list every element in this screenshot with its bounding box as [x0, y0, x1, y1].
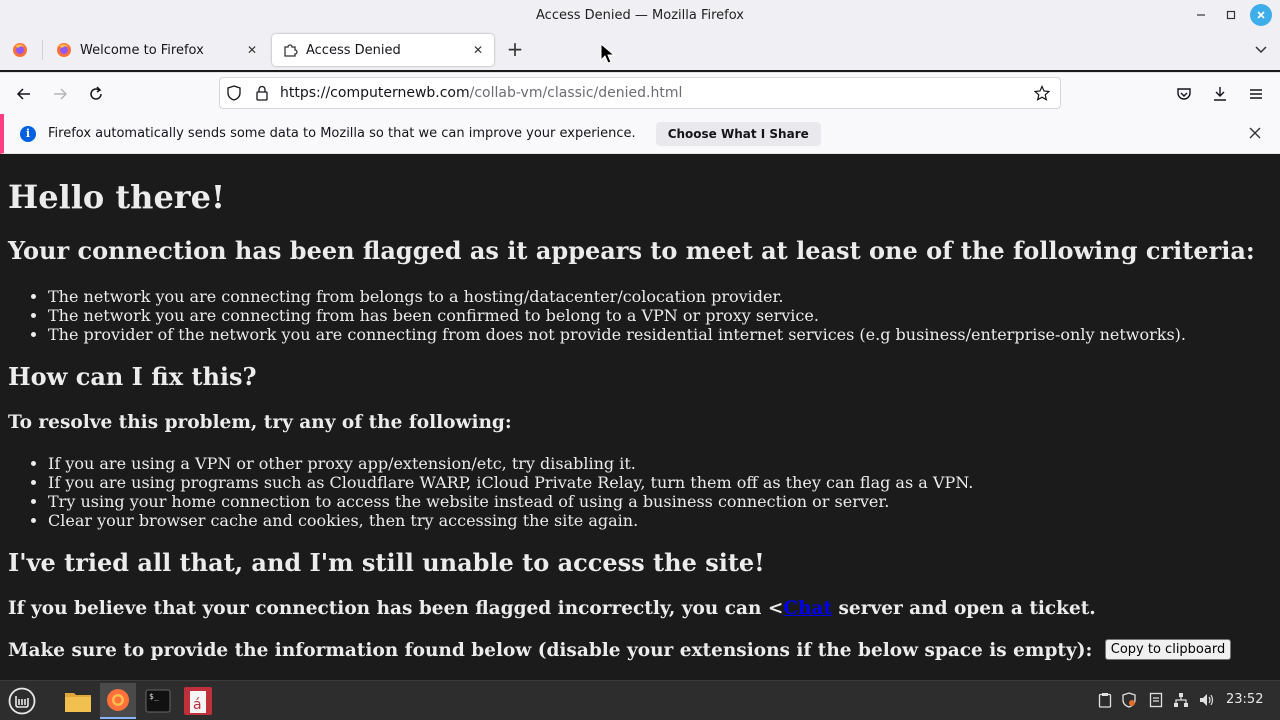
firefox-icon — [56, 42, 72, 58]
list-item: Try using your home connection to access… — [48, 492, 973, 511]
maximize-icon[interactable] — [1220, 4, 1242, 26]
close-tab-icon[interactable]: ✕ — [244, 42, 260, 58]
clock[interactable]: 23:52 — [1226, 692, 1263, 707]
files-icon[interactable] — [60, 683, 96, 719]
svg-text:á: á — [193, 697, 202, 713]
input-method-icon[interactable]: á — [180, 683, 216, 719]
list-item: Clear your browser cache and cookies, th… — [48, 511, 973, 530]
clipboard-icon[interactable] — [1096, 691, 1114, 709]
shield-tray-icon[interactable] — [1120, 691, 1138, 709]
shield-icon[interactable] — [224, 83, 244, 103]
taskbar: $_ á 23:52 — [0, 680, 1280, 720]
terminal-icon[interactable]: $_ — [140, 683, 176, 719]
start-menu-icon[interactable] — [6, 685, 38, 717]
close-tab-icon[interactable]: ✕ — [470, 42, 486, 58]
resolve-heading: To resolve this problem, try any of the … — [8, 412, 512, 433]
list-item: The provider of the network you are conn… — [48, 325, 1186, 344]
copy-to-clipboard-button[interactable]: Copy to clipboard — [1104, 638, 1232, 660]
tab-label: Access Denied — [306, 42, 401, 58]
info-instructions: Make sure to provide the information fou… — [8, 638, 1232, 662]
list-item: The network you are connecting from belo… — [48, 287, 1186, 306]
list-item: If you are using a VPN or other proxy ap… — [48, 454, 973, 473]
lock-icon[interactable] — [252, 83, 272, 103]
address-bar[interactable]: https://computernewb.com/collab-vm/class… — [219, 77, 1061, 109]
info-icon: i — [20, 125, 36, 142]
forward-arrow-icon[interactable] — [47, 81, 73, 107]
flagged-incorrectly-text: If you believe that your connection has … — [8, 598, 1096, 619]
chevron-down-icon[interactable] — [1250, 38, 1272, 60]
list-item: If you are using programs such as Cloudf… — [48, 473, 973, 492]
mouse-cursor-icon — [600, 43, 616, 64]
chat-link[interactable]: Chat — [783, 598, 832, 619]
incorrect-prefix: If you believe that your connection has … — [8, 598, 784, 619]
navigation-toolbar: https://computernewb.com/collab-vm/class… — [0, 72, 1280, 114]
puzzle-icon — [282, 42, 298, 58]
url-text[interactable]: https://computernewb.com/collab-vm/class… — [280, 85, 682, 101]
notes-icon[interactable] — [1147, 691, 1165, 709]
tab-strip: Welcome to Firefox ✕ Access Denied ✕ + — [0, 30, 1280, 70]
window-titlebar: Access Denied — Mozilla Firefox — [0, 0, 1280, 30]
flagged-heading: Your connection has been flagged as it a… — [8, 236, 1255, 265]
svg-text:$_: $_ — [149, 692, 159, 701]
back-arrow-icon[interactable] — [11, 81, 37, 107]
tab-access-denied[interactable]: Access Denied ✕ — [272, 34, 494, 66]
hamburger-menu-icon[interactable] — [1243, 81, 1269, 107]
bookmark-star-icon[interactable] — [1032, 83, 1052, 103]
tab-separator — [42, 40, 43, 60]
pocket-icon[interactable] — [1171, 81, 1197, 107]
window-title: Access Denied — Mozilla Firefox — [536, 7, 744, 23]
incorrect-suffix: server and open a ticket. — [832, 598, 1096, 619]
choose-what-i-share-button[interactable]: Choose What I Share — [655, 121, 821, 146]
reload-icon[interactable] — [83, 81, 109, 107]
firefox-icon[interactable] — [100, 683, 136, 719]
volume-icon[interactable] — [1198, 691, 1216, 709]
page-heading: Hello there! — [8, 178, 226, 216]
network-icon[interactable] — [1172, 691, 1190, 709]
data-collection-notification: i Firefox automatically sends some data … — [0, 114, 1280, 154]
list-item: The network you are connecting from has … — [48, 306, 1186, 325]
firefox-view-icon[interactable] — [8, 38, 32, 62]
notification-message: Firefox automatically sends some data to… — [48, 126, 636, 141]
tab-welcome[interactable]: Welcome to Firefox ✕ — [46, 34, 268, 66]
steps-list: If you are using a VPN or other proxy ap… — [48, 454, 973, 530]
minimize-icon[interactable] — [1190, 4, 1212, 26]
page-content: Hello there! Your connection has been fl… — [0, 156, 1280, 680]
info-text: Make sure to provide the information fou… — [8, 640, 1093, 661]
tab-label: Welcome to Firefox — [80, 42, 204, 58]
fix-heading: How can I fix this? — [8, 362, 257, 391]
close-window-icon[interactable] — [1250, 4, 1272, 26]
new-tab-icon[interactable]: + — [504, 37, 526, 61]
close-notification-icon[interactable] — [1246, 124, 1264, 142]
download-icon[interactable] — [1207, 81, 1233, 107]
still-unable-heading: I've tried all that, and I'm still unabl… — [8, 548, 765, 577]
criteria-list: The network you are connecting from belo… — [48, 287, 1186, 344]
